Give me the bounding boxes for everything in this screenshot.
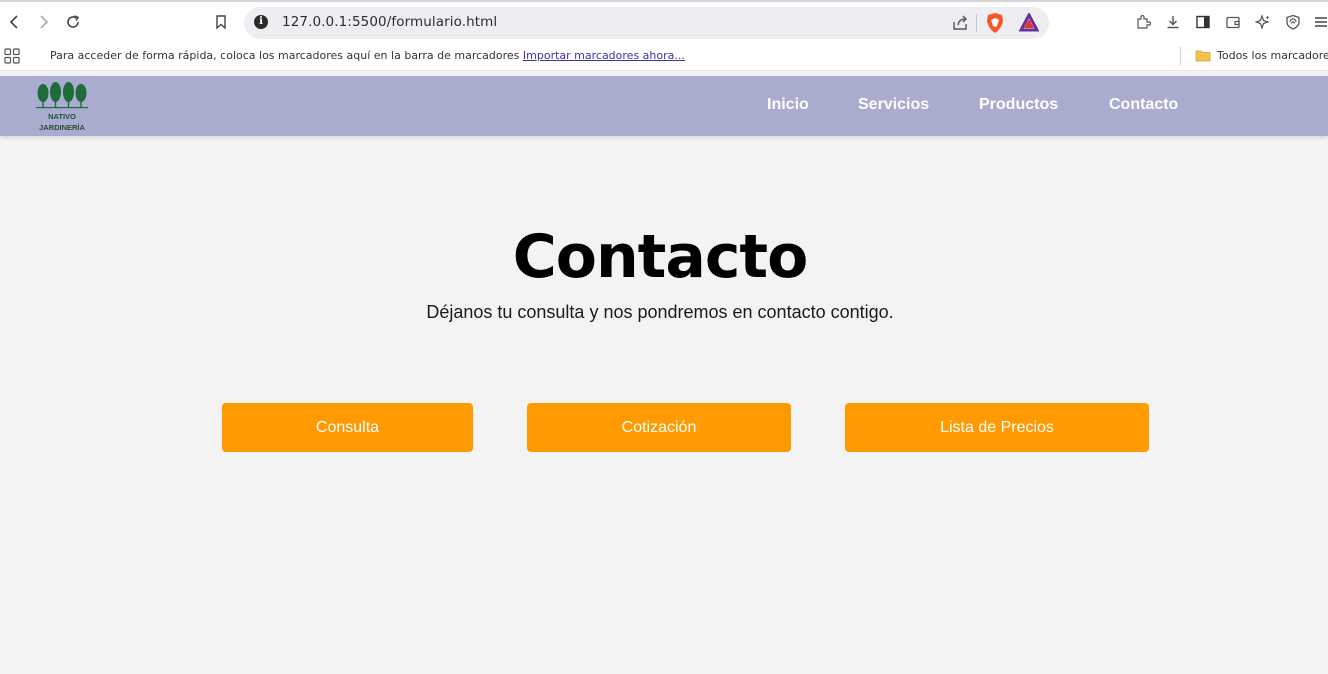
info-icon[interactable]: i	[254, 15, 268, 29]
brave-shields-icon[interactable]	[985, 12, 1005, 34]
site-logo[interactable]: NATIVO JARDINERÍA	[30, 78, 94, 134]
import-bookmarks-link[interactable]: Importar marcadores ahora...	[523, 49, 685, 62]
back-icon[interactable]	[4, 11, 26, 33]
apps-icon[interactable]	[4, 48, 20, 64]
url-divider	[976, 14, 977, 32]
all-bookmarks[interactable]: Todos los marcadores	[1217, 49, 1328, 62]
consulta-button[interactable]: Consulta	[222, 403, 473, 452]
nav-inicio[interactable]: Inicio	[767, 96, 809, 114]
brave-rewards-icon[interactable]	[1018, 11, 1040, 33]
folder-icon	[1195, 49, 1211, 62]
extensions-icon[interactable]	[1132, 11, 1154, 33]
page-title: Contacto	[512, 222, 809, 292]
sidebar-icon[interactable]	[1192, 11, 1214, 33]
trees-logo-icon	[36, 82, 88, 109]
nav-productos[interactable]: Productos	[979, 96, 1058, 114]
leo-icon[interactable]	[1252, 11, 1274, 33]
bookmark-icon[interactable]	[210, 11, 232, 33]
lista-precios-button[interactable]: Lista de Precios	[845, 403, 1149, 452]
reload-icon[interactable]	[62, 11, 84, 33]
site-header: NATIVO JARDINERÍA Inicio Servicios Produ…	[0, 76, 1328, 136]
wallet-icon[interactable]	[1222, 11, 1244, 33]
logo-text-bottom: JARDINERÍA	[39, 123, 85, 132]
logo-text-top: NATIVO	[48, 112, 76, 121]
download-icon[interactable]	[1162, 11, 1184, 33]
cotizacion-button[interactable]: Cotización	[527, 403, 791, 452]
bookmarks-divider	[1180, 47, 1181, 65]
url-text[interactable]: 127.0.0.1:5500/formulario.html	[282, 14, 497, 30]
bookmarks-prompt-text: Para acceder de forma rápida, coloca los…	[50, 49, 520, 62]
bookmarks-bar: Para acceder de forma rápida, coloca los…	[0, 42, 1328, 71]
browser-toolbar: i 127.0.0.1:5500/formulario.html	[0, 0, 1328, 42]
page-subtitle: Déjanos tu consulta y nos pondremos en c…	[426, 302, 894, 322]
share-icon[interactable]	[951, 14, 969, 32]
address-bar[interactable]: i 127.0.0.1:5500/formulario.html	[244, 7, 1049, 39]
nav-servicios[interactable]: Servicios	[858, 96, 929, 114]
vpn-icon[interactable]	[1282, 11, 1304, 33]
menu-icon[interactable]	[1310, 11, 1328, 33]
forward-icon[interactable]	[32, 11, 54, 33]
bookmarks-prompt: Para acceder de forma rápida, coloca los…	[50, 49, 685, 62]
nav-contacto[interactable]: Contacto	[1109, 96, 1178, 114]
